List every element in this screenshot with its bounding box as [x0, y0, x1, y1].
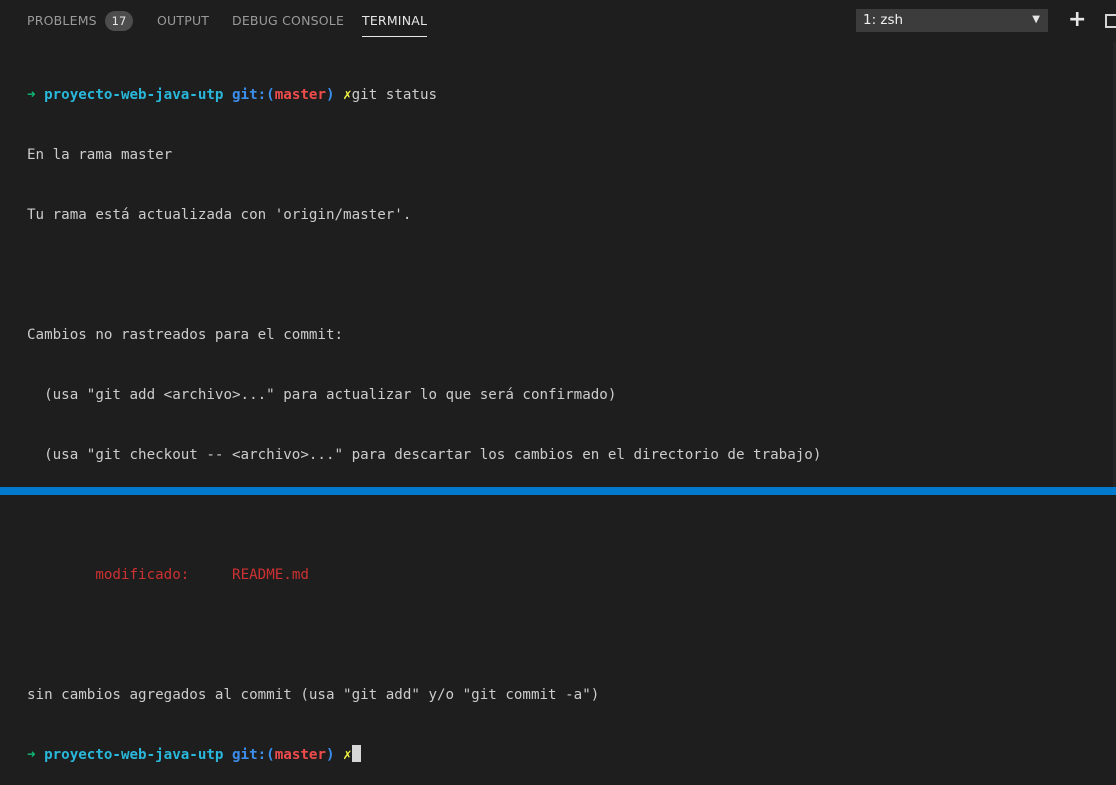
terminal-line: ➜ proyecto-web-java-utp git:(master) ✗	[27, 745, 1107, 765]
prompt-arrow-icon: ➜	[27, 87, 36, 103]
modified-file: README.md	[232, 567, 309, 583]
terminal-line: sin cambios agregados al commit (usa "gi…	[27, 687, 600, 703]
terminal-select[interactable]: 1: zsh ▼	[856, 9, 1048, 32]
command-text: git status	[351, 87, 438, 103]
prompt-git-label: git:(	[232, 87, 275, 103]
terminal-output[interactable]: ➜ proyecto-web-java-utp git:(master) ✗gi…	[27, 45, 1107, 785]
terminal-line: ➜ proyecto-web-java-utp git:(master) ✗gi…	[27, 85, 1107, 105]
split-terminal-icon[interactable]	[1105, 14, 1116, 28]
prompt-git-close: )	[325, 747, 335, 763]
tab-output[interactable]: OUTPUT	[157, 13, 209, 28]
modified-label: modificado:	[95, 567, 190, 583]
tab-debug-console[interactable]: DEBUG CONSOLE	[232, 13, 344, 28]
terminal-line: (usa "git add <archivo>..." para actuali…	[27, 387, 617, 403]
tab-terminal[interactable]: TERMINAL	[362, 13, 428, 37]
panel-header: PROBLEMS 17 OUTPUT DEBUG CONSOLE TERMINA…	[0, 0, 1116, 42]
problems-count-badge: 17	[105, 11, 133, 31]
new-terminal-icon[interactable]: +	[1068, 9, 1086, 31]
prompt-branch: master	[274, 87, 326, 103]
terminal-line: En la rama master	[27, 147, 173, 163]
terminal-cursor	[351, 745, 361, 762]
terminal-line: Tu rama está actualizada con 'origin/mas…	[27, 207, 412, 223]
terminal-line: modificado: README.md	[27, 565, 1107, 585]
chevron-down-icon: ▼	[1032, 14, 1040, 25]
prompt-branch: master	[274, 747, 326, 763]
dirty-mark-icon: ✗	[343, 747, 352, 763]
tab-problems[interactable]: PROBLEMS	[27, 13, 97, 28]
prompt-git-label: git:(	[232, 747, 275, 763]
prompt-directory: proyecto-web-java-utp	[44, 87, 224, 103]
prompt-git-close: )	[325, 87, 335, 103]
terminal-line: Cambios no rastreados para el commit:	[27, 327, 344, 343]
prompt-directory: proyecto-web-java-utp	[44, 747, 224, 763]
terminal-select-value: 1: zsh	[863, 12, 904, 28]
prompt-arrow-icon: ➜	[27, 747, 36, 763]
terminal-line: (usa "git checkout -- <archivo>..." para…	[27, 447, 822, 463]
dirty-mark-icon: ✗	[343, 87, 352, 103]
status-bar	[0, 487, 1116, 495]
